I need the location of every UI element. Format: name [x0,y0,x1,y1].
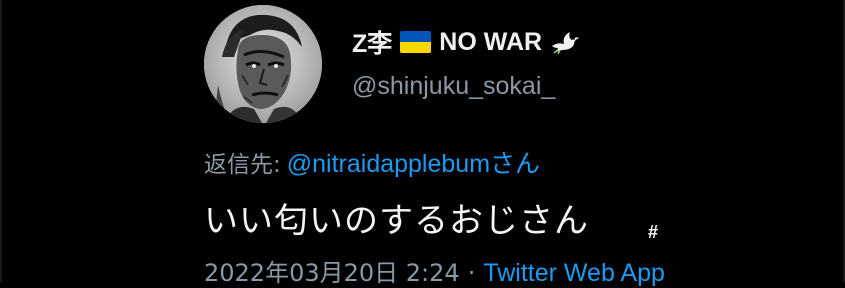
tweet-screenshot: Z李 NO WAR @shinjuku_sokai_ 返信先: @nitraid… [0,0,845,287]
tweet-meta-row: 2022年03月20日 2:24 · Twitter Web App [204,253,665,288]
dove-icon [550,30,580,55]
reply-to-row: 返信先: @nitraidapplebumさん [204,144,540,180]
tweet-source-link[interactable]: Twitter Web App [483,259,665,288]
ukraine-flag-icon [400,31,432,53]
display-name[interactable]: Z李 [352,24,392,60]
tweet-timestamp[interactable]: 2022年03月20日 2:24 [204,253,460,288]
reply-to-label: 返信先: [204,152,281,178]
avatar-portrait-icon [204,5,322,123]
user-handle[interactable]: @shinjuku_sokai_ [352,72,555,101]
overlay-hash-mark: # [648,222,659,242]
left-border [0,0,2,282]
tweet-text: いい匂いのするおじさん [204,201,589,241]
meta-separator: · [467,259,476,287]
avatar[interactable] [204,5,322,123]
display-name-suffix[interactable]: NO WAR [439,28,542,57]
reply-mention-link[interactable]: @nitraidapplebumさん [287,144,540,180]
display-name-row[interactable]: Z李 NO WAR [352,24,580,60]
